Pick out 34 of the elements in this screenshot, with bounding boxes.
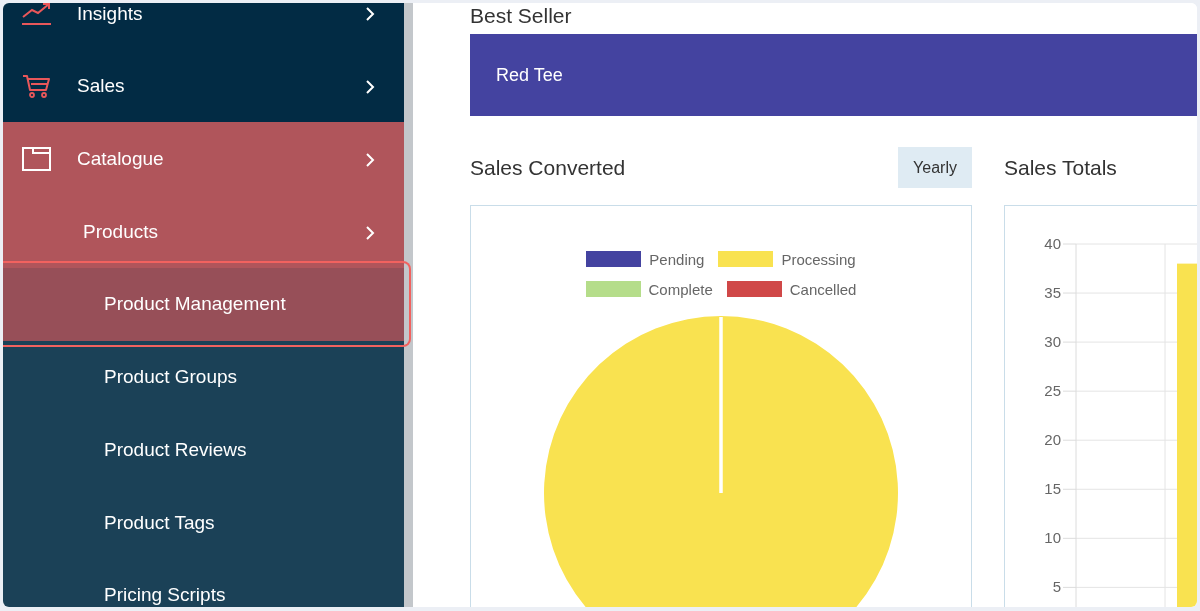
axis-label: 5 — [1052, 578, 1061, 596]
axis-label: 25 — [1044, 382, 1061, 400]
chevron-right-icon — [365, 6, 375, 22]
chevron-right-icon — [365, 79, 375, 95]
folder-icon — [22, 146, 51, 171]
sidebar-item[interactable]: Products — [3, 195, 404, 268]
product-name: Red Tee — [496, 64, 563, 86]
scrollbar[interactable] — [404, 3, 413, 607]
chart-title: Sales Converted — [470, 155, 626, 180]
sidebar-item[interactable]: Product Reviews — [3, 413, 404, 486]
section-heading: Best Seller — [470, 3, 572, 29]
sidebar-item[interactable]: Catalogue — [3, 122, 404, 195]
axis-label: 20 — [1044, 431, 1061, 449]
chevron-right-icon — [365, 225, 375, 241]
period-button[interactable]: Yearly — [898, 147, 972, 188]
sidebar-item[interactable]: Insights — [3, 3, 404, 49]
axis-label: 10 — [1044, 529, 1061, 547]
axis-label: 40 — [1044, 235, 1061, 252]
chevron-right-icon — [365, 152, 375, 168]
legend-label: Cancelled — [789, 280, 857, 298]
legend-label: Processing — [781, 250, 856, 268]
legend-label: Pending — [649, 250, 705, 268]
sidebar-item[interactable]: Product Groups — [3, 340, 404, 413]
sidebar-item[interactable]: Sales — [3, 49, 404, 122]
axis-label: 15 — [1044, 480, 1061, 498]
sidebar-item[interactable]: Pricing Scripts — [3, 559, 404, 607]
sidebar-item[interactable]: Product Management — [3, 267, 404, 341]
sidebar-item[interactable]: Product Tags — [3, 486, 404, 559]
cart-icon — [22, 73, 51, 98]
chart-title: Sales Totals — [1004, 155, 1117, 180]
legend-label: Complete — [648, 280, 713, 298]
axis-label: 35 — [1044, 284, 1061, 302]
line-chart-icon — [22, 3, 51, 25]
axis-label: 30 — [1044, 333, 1061, 351]
